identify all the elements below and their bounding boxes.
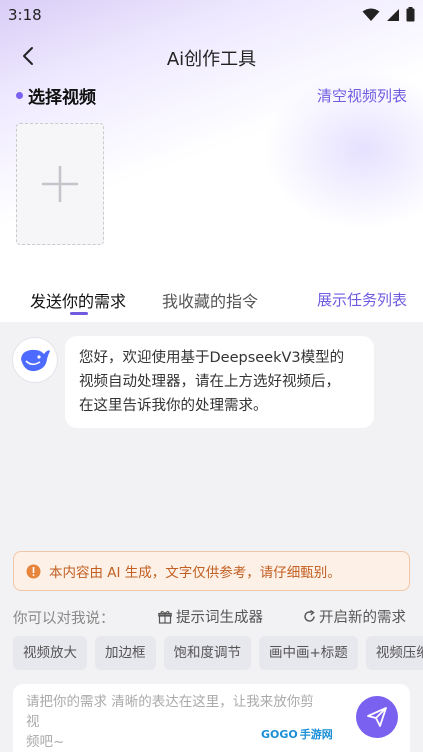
suggestion-chip[interactable]: 加边框 [95, 636, 156, 670]
plus-icon [42, 166, 78, 202]
suggestion-chip[interactable]: 饱和度调节 [163, 636, 251, 670]
status-time: 3:18 [8, 6, 42, 24]
add-video-button[interactable] [16, 123, 104, 245]
watermark: GOGO 手游网 [261, 722, 371, 746]
watermark-text: 手游网 [299, 728, 333, 741]
new-request-label: 开启新的需求 [319, 610, 406, 626]
select-video-heading: 选择视频 [16, 83, 96, 108]
bullet-dot [16, 92, 23, 99]
select-video-title: 选择视频 [28, 88, 96, 108]
message-line: 您好，欢迎使用基于DeepseekV3模型的 [79, 350, 345, 366]
whale-logo-icon [21, 349, 50, 372]
battery-icon [406, 7, 415, 22]
suggestion-chips: 视频放大加边框饱和度调节画中画+标题视频压缩 [13, 636, 423, 672]
watermark-logo: GOGO [261, 727, 298, 741]
status-bar: 3:18 [0, 0, 423, 30]
suggestion-chip[interactable]: 视频压缩 [365, 636, 423, 670]
new-request-button[interactable]: 开启新的需求 [303, 606, 406, 627]
ai-disclaimer-notice: 本内容由 AI 生成，文字仅供参考，请仔细甄别。 [13, 551, 410, 591]
wifi-icon [362, 8, 380, 21]
header: Ai创作工具 [0, 36, 423, 76]
tab-send-request[interactable]: 发送你的需求 [30, 288, 126, 312]
prompt-generator-label: 提示词生成器 [176, 610, 263, 626]
bot-avatar [13, 338, 57, 382]
active-tab-indicator [70, 312, 88, 315]
tab-favorite-commands[interactable]: 我收藏的指令 [162, 288, 258, 312]
suggestion-label: 你可以对我说： [13, 611, 115, 627]
clear-video-list-button[interactable]: 清空视频列表 [317, 85, 407, 106]
tab-bar: 发送你的需求 我收藏的指令 展示任务列表 [0, 284, 423, 318]
notice-text: 本内容由 AI 生成，文字仅供参考，请仔细甄别。 [49, 565, 341, 581]
warning-icon [26, 564, 41, 578]
message-line: 视频自动处理器，请在上方选好视频后， [79, 374, 340, 390]
message-line: 在这里告诉我你的处理需求。 [79, 398, 268, 414]
page-title: Ai创作工具 [166, 49, 257, 70]
prompt-generator-button[interactable]: 提示词生成器 [158, 606, 263, 627]
chat-area: 您好，欢迎使用基于DeepseekV3模型的 视频自动处理器，请在上方选好视频后… [0, 322, 423, 752]
status-icons [362, 7, 415, 22]
gift-icon [158, 610, 172, 624]
signal-icon [387, 8, 399, 21]
suggestion-chip[interactable]: 视频放大 [13, 636, 87, 670]
show-task-list-button[interactable]: 展示任务列表 [317, 289, 407, 310]
suggestion-chip[interactable]: 画中画+标题 [259, 636, 358, 670]
bot-message: 您好，欢迎使用基于DeepseekV3模型的 视频自动处理器，请在上方选好视频后… [65, 336, 374, 428]
refresh-icon [304, 610, 315, 622]
suggestion-header: 你可以对我说： 提示词生成器 开启新的需求 [0, 606, 423, 628]
